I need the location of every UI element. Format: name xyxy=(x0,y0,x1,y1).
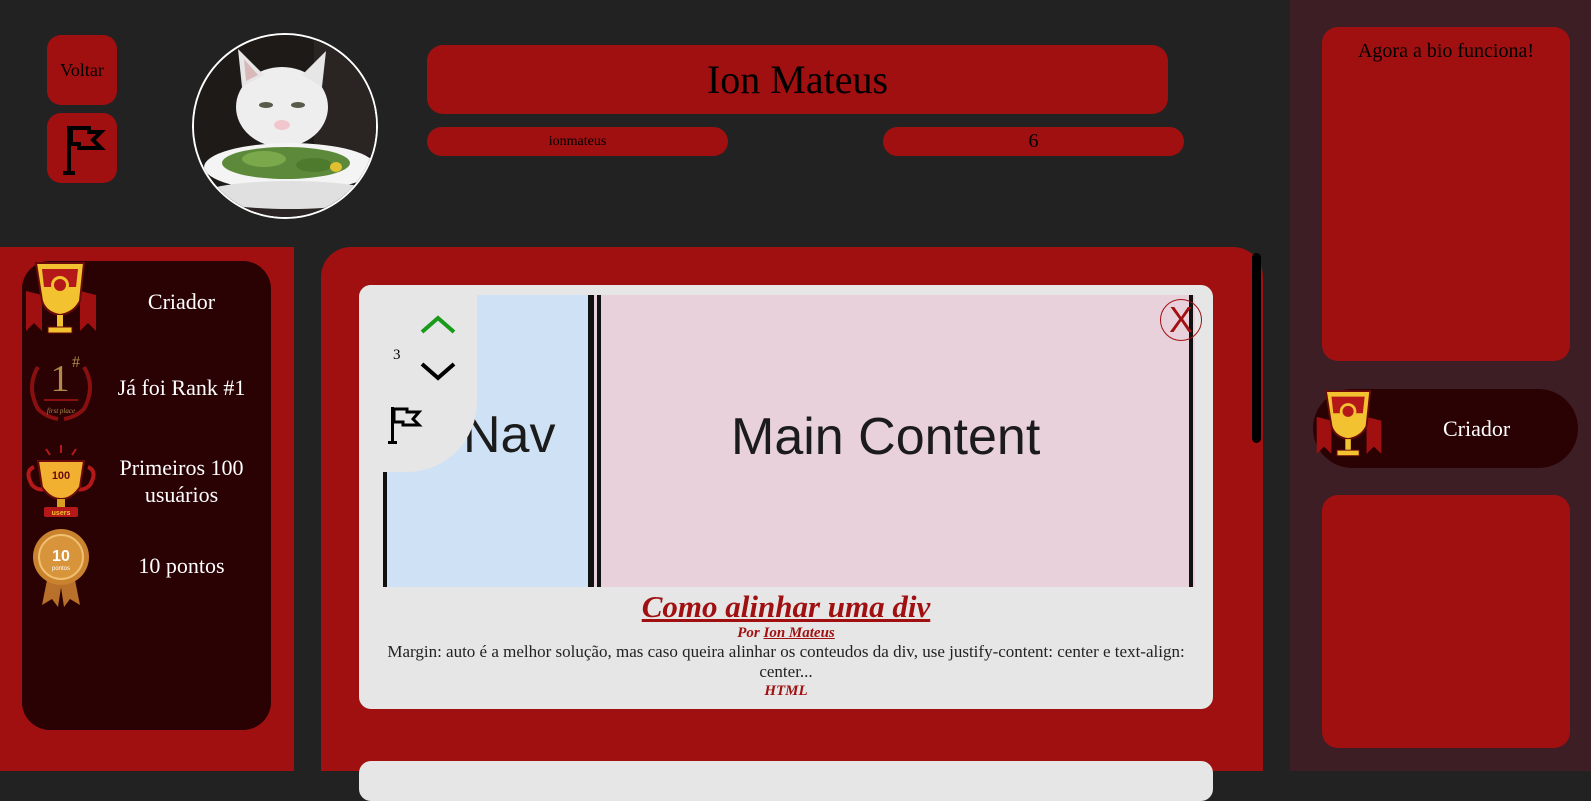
post-tag[interactable]: HTML xyxy=(359,683,1213,700)
points-badge: 6 xyxy=(883,127,1184,156)
thumbnail-nav-text: Nav xyxy=(463,406,556,464)
back-button[interactable]: Voltar xyxy=(47,35,117,105)
post-title-link[interactable]: Como alinhar uma div xyxy=(359,589,1213,625)
display-name: Ion Mateus xyxy=(427,45,1168,114)
achievement-label: 10 pontos xyxy=(138,552,225,578)
post-author: Por Ion Mateus xyxy=(359,625,1213,642)
bio-box: Agora a bio funciona! xyxy=(1322,27,1570,361)
achievement-item: Criador xyxy=(22,261,271,341)
sidebar-panel xyxy=(1322,495,1570,748)
feed-scrollbar[interactable] xyxy=(1252,253,1261,443)
profile-avatar xyxy=(192,33,378,219)
svg-text:100: 100 xyxy=(52,470,70,482)
ten-points-medal-icon: 10 pontos xyxy=(22,525,100,607)
cat-photo-icon xyxy=(194,35,376,217)
achievement-item: 1 # first place Já foi Rank #1 xyxy=(22,347,271,427)
svg-text:1: 1 xyxy=(51,358,70,400)
downvote-icon[interactable] xyxy=(419,361,457,383)
report-profile-button[interactable] xyxy=(47,113,117,183)
svg-text:users: users xyxy=(52,510,71,517)
thumbnail-main-text: Main Content xyxy=(731,408,1041,466)
achievement-item: 100 users Primeiros 100 usuários xyxy=(22,439,271,523)
bio-text: Agora a bio funciona! xyxy=(1357,40,1535,62)
trophy-icon xyxy=(22,261,100,341)
featured-badge-label: Criador xyxy=(1443,415,1511,441)
flag-icon xyxy=(63,126,106,175)
vote-count: 3 xyxy=(393,347,401,363)
flag-icon[interactable] xyxy=(385,403,425,447)
achievement-label: Criador xyxy=(147,288,216,314)
achievements-list: Criador 1 # first place Já foi Rank #1 1… xyxy=(22,261,271,730)
first-100-users-trophy-icon: 100 users xyxy=(22,441,100,521)
author-link[interactable]: Ion Mateus xyxy=(763,625,834,641)
featured-badge: Criador xyxy=(1313,389,1578,468)
achievement-label: Já foi Rank #1 xyxy=(117,374,246,400)
achievement-item: 10 pontos 10 pontos xyxy=(22,523,271,607)
upvote-icon[interactable] xyxy=(419,313,457,335)
post-thumbnail: Nav Main Content xyxy=(383,295,1195,587)
author-prefix: Por xyxy=(737,625,760,641)
trophy-icon xyxy=(1313,386,1385,470)
rank-one-laurel-icon: 1 # first place xyxy=(22,347,100,427)
vote-panel: 3 xyxy=(359,285,477,472)
post-card[interactable]: Nav Main Content 3 X Como alinhar uma di… xyxy=(359,285,1213,709)
svg-text:#: # xyxy=(72,354,80,371)
svg-text:10: 10 xyxy=(52,548,70,565)
svg-text:pontos: pontos xyxy=(52,566,70,572)
close-post-button[interactable]: X xyxy=(1160,299,1202,341)
svg-text:first place: first place xyxy=(47,407,75,415)
username-badge: ionmateus xyxy=(427,127,728,156)
post-excerpt: Margin: auto é a melhor solução, mas cas… xyxy=(387,642,1185,681)
achievement-label: Primeiros 100 usuários xyxy=(119,455,244,507)
post-card[interactable] xyxy=(359,761,1213,801)
